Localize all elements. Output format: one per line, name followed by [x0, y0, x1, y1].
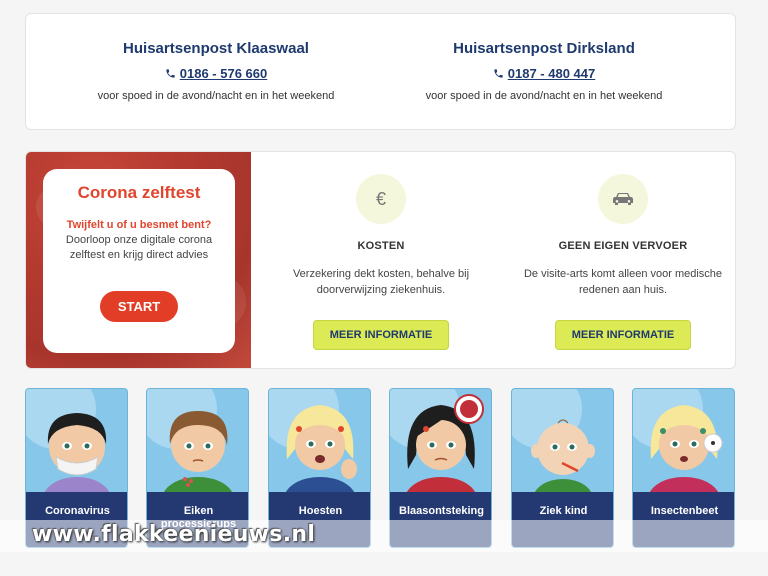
corona-description: Twijfelt u of u besmet bent? Doorloop on… [64, 218, 214, 263]
phone-number: 0186 - 576 660 [179, 66, 268, 81]
post-dirksland: Huisartsenpost Dirksland 0187 - 480 447 … [379, 40, 709, 102]
phone-icon [494, 69, 503, 78]
post-name: Huisartsenpost Klaaswaal [123, 40, 309, 57]
post-note: voor spoed in de avond/nacht en in het w… [425, 90, 663, 102]
info-title: KOSTEN [357, 240, 405, 252]
phone-icon [166, 69, 175, 78]
eikenprocessierups-illustration [147, 389, 233, 492]
contacts-card: Huisartsenpost Klaaswaal 0186 - 576 660 … [25, 13, 736, 130]
info-vervoer: GEEN EIGEN VERVOER De visite-arts komt a… [508, 174, 735, 350]
corona-selftest-card: Corona zelftest Twijfelt u of u besmet b… [43, 169, 235, 353]
insectenbeet-illustration [633, 389, 723, 492]
ziek-kind-illustration [512, 389, 595, 492]
corona-title: Corona zelftest [77, 183, 201, 202]
info-card: Corona zelftest Twijfelt u of u besmet b… [25, 151, 736, 369]
more-info-button[interactable]: MEER INFORMATIE [312, 320, 450, 350]
post-note: voor spoed in de avond/nacht en in het w… [97, 90, 335, 102]
info-kosten: € KOSTEN Verzekering dekt kosten, behalv… [266, 174, 496, 350]
phone-number: 0187 - 480 447 [507, 66, 596, 81]
corona-question: Twijfelt u of u besmet bent? [66, 219, 212, 231]
watermark-text: www.flakkeenieuws.nl [32, 522, 316, 547]
start-button[interactable]: START [99, 291, 179, 322]
info-title: GEEN EIGEN VERVOER [558, 240, 688, 252]
euro-icon: € [356, 174, 406, 224]
phone-link[interactable]: 0187 - 480 447 [493, 66, 595, 81]
coronavirus-illustration [26, 389, 110, 492]
post-klaaswaal: Huisartsenpost Klaaswaal 0186 - 576 660 … [51, 40, 381, 102]
post-name: Huisartsenpost Dirksland [453, 40, 635, 57]
info-text: Verzekering dekt kosten, behalve bij doo… [292, 268, 470, 296]
car-icon [598, 174, 648, 224]
more-info-button[interactable]: MEER INFORMATIE [554, 320, 692, 350]
phone-link[interactable]: 0186 - 576 660 [165, 66, 267, 81]
corona-text: Doorloop onze digitale corona zelftest e… [65, 234, 213, 261]
hoesten-illustration [269, 389, 357, 492]
info-text: De visite-arts komt alleen voor medische… [523, 268, 723, 296]
blaasontsteking-illustration [390, 389, 484, 492]
